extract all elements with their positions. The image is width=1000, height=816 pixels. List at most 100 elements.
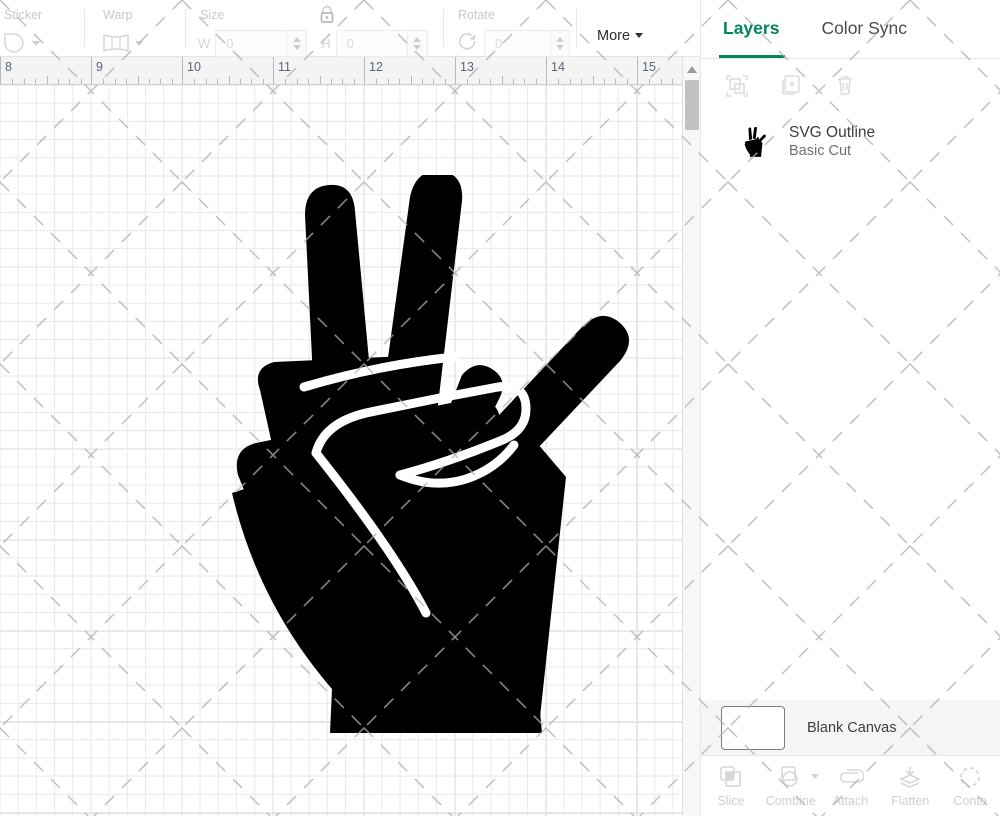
chevron-down-icon[interactable] xyxy=(635,33,643,38)
blank-canvas-row[interactable]: Blank Canvas xyxy=(701,700,1000,755)
warp-caret-icon xyxy=(135,41,143,46)
group-icon xyxy=(723,72,751,100)
contour-icon-wrap xyxy=(957,764,983,790)
height-input[interactable]: 0 xyxy=(336,30,408,57)
width-stepper-down-icon[interactable] xyxy=(293,45,301,50)
canvas-artwork[interactable] xyxy=(230,175,660,735)
attach-icon-wrap xyxy=(836,764,864,790)
rotate-stepper-down-icon[interactable] xyxy=(556,45,564,50)
hand-peace-artwork[interactable] xyxy=(230,175,660,735)
top-toolbar: Sticker Warp xyxy=(0,0,710,57)
delete-icon xyxy=(831,72,859,100)
toolbar-group-sticker[interactable]: Sticker xyxy=(0,0,78,57)
rotate-input[interactable]: 0 xyxy=(484,30,551,57)
width-input[interactable]: 0 xyxy=(215,30,287,57)
ruler-label: 11 xyxy=(278,60,291,74)
rotate-label: Rotate xyxy=(456,9,570,22)
ruler-tick xyxy=(593,76,594,85)
tab-color-sync[interactable]: Color Sync xyxy=(821,18,907,41)
ruler-segment: 14 xyxy=(546,57,637,85)
contour-icon xyxy=(957,765,983,789)
contour-button[interactable]: Conto xyxy=(940,764,1000,808)
sticker-caret-icon xyxy=(32,41,40,46)
design-canvas[interactable] xyxy=(0,85,682,816)
rotate-stepper[interactable] xyxy=(551,30,570,57)
warp-button[interactable] xyxy=(101,31,143,55)
combine-caret-icon[interactable] xyxy=(811,774,819,779)
tab-layers[interactable]: Layers xyxy=(723,18,779,41)
horizontal-ruler[interactable]: 89101112131415 xyxy=(0,57,710,85)
toolbar-divider-4 xyxy=(576,9,577,47)
height-stepper-down-icon[interactable] xyxy=(413,45,421,50)
attach-label: Attach xyxy=(833,794,868,808)
rotate-icon[interactable] xyxy=(456,31,480,55)
attach-icon xyxy=(836,765,864,789)
group-button[interactable] xyxy=(723,72,751,100)
slice-label: Slice xyxy=(717,794,744,808)
ruler-label: 10 xyxy=(187,60,201,74)
scrollbar-thumb[interactable] xyxy=(685,80,699,130)
height-stepper-up-icon[interactable] xyxy=(413,37,421,42)
width-stepper-up-icon[interactable] xyxy=(293,37,301,42)
ruler-tick xyxy=(47,76,48,85)
canvas-color-swatch[interactable] xyxy=(721,706,785,750)
combine-label: Combine xyxy=(766,794,816,808)
width-stepper[interactable] xyxy=(287,30,307,57)
combine-icon xyxy=(778,765,804,789)
sticker-label: Sticker xyxy=(2,9,78,22)
attach-button[interactable]: Attach xyxy=(821,764,881,808)
flatten-icon xyxy=(897,765,923,789)
ruler-segment: 11 xyxy=(273,57,364,85)
height-stepper[interactable] xyxy=(408,30,428,57)
duplicate-icon xyxy=(777,72,805,100)
canvas-vertical-scrollbar[interactable] xyxy=(682,57,700,816)
ruler-tick xyxy=(411,76,412,85)
ruler-tick xyxy=(502,76,503,85)
lock-icon xyxy=(317,4,337,26)
scroll-up-button[interactable] xyxy=(683,61,701,77)
slice-icon-wrap xyxy=(718,764,744,790)
combine-icon-wrap xyxy=(778,764,804,790)
toolbar-group-size: Size W 0 H 0 xyxy=(192,0,437,57)
ruler-label: 15 xyxy=(642,60,656,74)
ruler-label: 14 xyxy=(551,60,565,74)
toolbar-divider-3 xyxy=(443,9,444,47)
layer-text-block: SVG Outline Basic Cut xyxy=(789,124,875,160)
width-label: W xyxy=(198,36,210,51)
layer-tools-bar: Slice Combine Attach xyxy=(701,755,1000,816)
warp-label: Warp xyxy=(101,9,179,22)
combine-button[interactable]: Combine xyxy=(761,764,821,808)
rotate-stepper-up-icon[interactable] xyxy=(556,37,564,42)
panel-tab-divider xyxy=(701,58,1000,59)
layer-thumbnail xyxy=(739,125,773,159)
duplicate-button[interactable] xyxy=(777,72,805,100)
more-label[interactable]: More xyxy=(597,28,630,44)
sticker-button[interactable] xyxy=(2,31,40,55)
height-label: H xyxy=(321,36,330,51)
toolbar-group-warp[interactable]: Warp xyxy=(91,0,179,57)
triangle-up-icon xyxy=(687,66,697,73)
ruler-label: 13 xyxy=(460,60,474,74)
layer-row-svg-outline[interactable]: SVG Outline Basic Cut xyxy=(701,113,1000,171)
toolbar-divider-2 xyxy=(185,9,186,47)
toolbar-group-more[interactable]: More xyxy=(583,0,643,57)
flatten-button[interactable]: Flatten xyxy=(880,764,940,808)
warp-icon xyxy=(101,31,131,55)
toolbar-divider-1 xyxy=(84,9,85,47)
flatten-label: Flatten xyxy=(891,794,929,808)
flatten-icon-wrap xyxy=(897,764,923,790)
delete-button[interactable] xyxy=(831,72,859,100)
sticker-icon xyxy=(2,31,28,55)
ruler-segment: 10 xyxy=(182,57,273,85)
aspect-lock-button[interactable] xyxy=(317,4,337,31)
layer-title: SVG Outline xyxy=(789,124,875,141)
panel-tabs: Layers Color Sync xyxy=(701,0,1000,58)
slice-button[interactable]: Slice xyxy=(701,764,761,808)
ruler-segment: 12 xyxy=(364,57,455,85)
ruler-tick xyxy=(229,76,230,85)
ruler-segment: 8 xyxy=(0,57,91,85)
contour-label: Conto xyxy=(953,794,986,808)
layer-subtitle: Basic Cut xyxy=(789,144,875,160)
ruler-tick xyxy=(320,76,321,85)
canvas-row-label: Blank Canvas xyxy=(807,720,896,736)
